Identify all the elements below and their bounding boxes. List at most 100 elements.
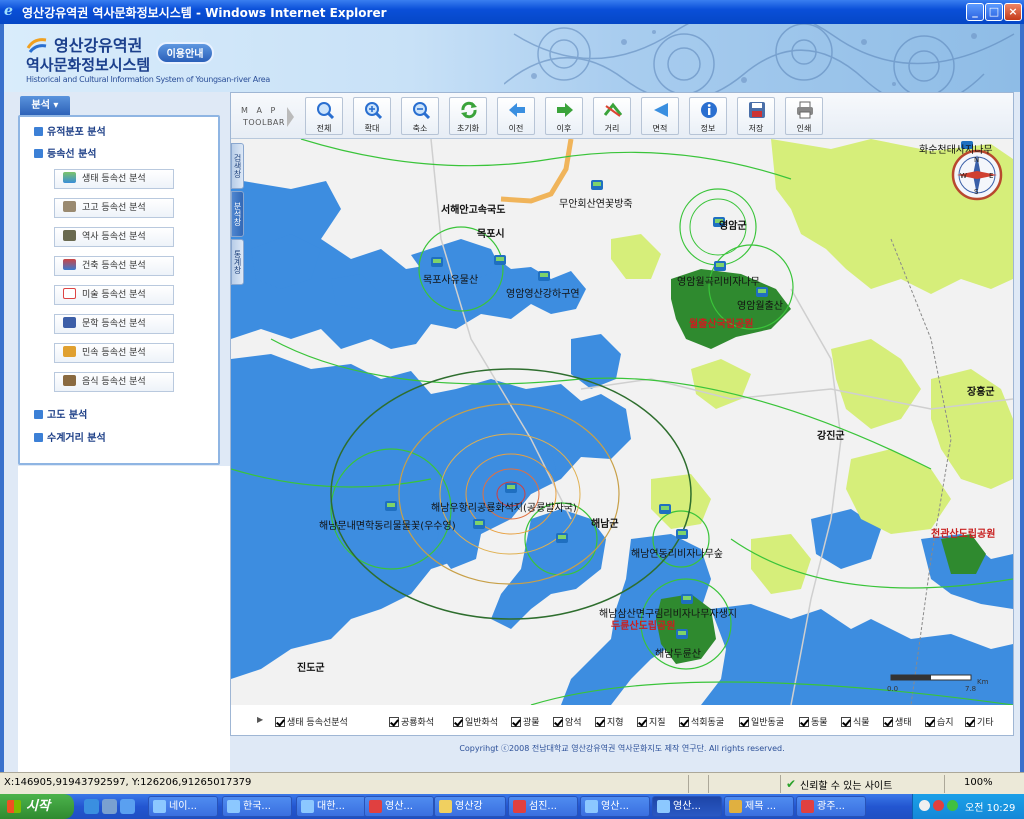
map-label: 영암월곡리비자나무 [677,276,760,288]
checkbox[interactable] [389,717,399,727]
reset-button[interactable]: 초기화 [449,97,487,135]
checkbox[interactable] [275,717,285,727]
legend-item[interactable]: 석회동굴 [679,715,724,728]
legend-item[interactable]: 일반동굴 [739,715,784,728]
legend-item[interactable]: 지형 [595,715,624,728]
legend-item[interactable]: 광물 [511,715,540,728]
button-label: 인쇄 [796,124,812,133]
quicklaunch-ie-icon[interactable] [84,799,99,814]
button-label: 생태 등속선 분석 [82,174,146,184]
folklore-isochrone-button[interactable]: 민속 등속선 분석 [54,343,174,363]
checkbox[interactable] [511,717,521,727]
start-button[interactable]: 시작 [0,794,74,819]
area-icon [654,103,668,117]
legend-item[interactable]: 기타 [965,715,994,728]
legend-item[interactable]: 생태 [883,715,912,728]
legend-item[interactable]: 일반화석 [453,715,498,728]
taskbar-item[interactable]: 섬진... [508,796,578,817]
taskbar-item-active[interactable]: 영산... [652,796,722,817]
history-icon [63,230,76,241]
info-button[interactable]: 정보 [689,97,727,135]
taskbar-item[interactable]: 네이... [148,796,218,817]
map-canvas[interactable]: N S W E 0.0 7.8 Km 화순천태사지나무 서해안고속국도 무안회산… [231,139,1013,705]
checkbox[interactable] [841,717,851,727]
legend-item-ecology[interactable]: 생태 등속선분석 [275,715,348,728]
analysis-tab[interactable]: 분석 ▾ [20,96,70,115]
checkbox[interactable] [925,717,935,727]
quicklaunch-desktop-icon[interactable] [102,799,117,814]
checkbox[interactable] [453,717,463,727]
taskbar-item[interactable]: 영산... [364,796,434,817]
category-water-distance[interactable]: 수계거리 분석 [34,429,106,444]
legend-item[interactable]: 동물 [799,715,828,728]
architecture-isochrone-button[interactable]: 건축 등속선 분석 [54,256,174,276]
close-button[interactable]: × [1004,3,1022,21]
category-site-distribution[interactable]: 유적분포 분석 [34,123,106,138]
full-extent-button[interactable]: 전체 [305,97,343,135]
expand-arrow-icon[interactable]: ▶ [257,715,263,724]
ecology-isochrone-button[interactable]: 생태 등속선 분석 [54,169,174,189]
checkbox[interactable] [739,717,749,727]
taskbar-item[interactable]: 영산강 [434,796,506,817]
legend-label: 일반동굴 [751,718,785,728]
archaeology-isochrone-button[interactable]: 고고 등속선 분석 [54,198,174,218]
checkbox[interactable] [595,717,605,727]
zoom-in-button[interactable]: 확대 [353,97,391,135]
distance-button[interactable]: 거리 [593,97,631,135]
button-label: 초기화 [456,124,480,133]
checkbox[interactable] [637,717,647,727]
taskbar-item[interactable]: 광주... [796,796,866,817]
taskbar-item[interactable]: 제목 ... [724,796,794,817]
task-label: 제목 ... [745,801,777,812]
legend-item[interactable]: 암석 [553,715,582,728]
taskbar-item[interactable]: 영산... [580,796,650,817]
security-zone[interactable]: 신뢰할 수 있는 사이트 [800,777,892,792]
checkbox[interactable] [965,717,975,727]
tab-statistics[interactable]: 통계창 [231,239,244,285]
tray-icon[interactable] [919,800,930,811]
zoom-level[interactable]: 100% [964,777,993,788]
zoom-out-button[interactable]: 축소 [401,97,439,135]
legend-item[interactable]: 공룡화석 [389,715,434,728]
food-isochrone-button[interactable]: 음식 등속선 분석 [54,372,174,392]
taskbar: 시작 네이... 한국... 대한... 영산... 영산강 섬진... 영산.… [0,794,1024,819]
literature-isochrone-button[interactable]: 문학 등속선 분석 [54,314,174,334]
left-panel-blank [18,466,230,772]
tab-search[interactable]: 검색창 [231,143,244,189]
map-label: 해남문내면학동리물물꽃(우수영) [319,519,456,532]
check-icon: ✔ [786,777,797,791]
checkbox[interactable] [883,717,893,727]
checkbox[interactable] [799,717,809,727]
tab-analysis[interactable]: 분석창 [231,191,244,237]
checkbox[interactable] [553,717,563,727]
button-label: 확대 [364,124,380,133]
tray-icon[interactable] [933,800,944,811]
forward-button[interactable]: 이후 [545,97,583,135]
legend-item[interactable]: 식물 [841,715,870,728]
category-elevation[interactable]: 고도 분석 [34,406,87,421]
back-button[interactable]: 이전 [497,97,535,135]
category-isochrone[interactable]: 등속선 분석 [34,145,96,160]
quicklaunch-browser-icon[interactable] [120,799,135,814]
map-label: 영암월출산 [737,300,783,312]
document-icon [513,800,526,813]
legend-item[interactable]: 지질 [637,715,666,728]
analysis-panel: 분석 ▾ 유적분포 분석 등속선 분석 생태 등속선 분석 고고 등속선 분석 … [14,94,226,468]
minimize-button[interactable]: _ [966,3,984,21]
folder-icon [439,800,452,813]
taskbar-item[interactable]: 한국... [222,796,292,817]
taskbar-item[interactable]: 대한... [296,796,366,817]
art-isochrone-button[interactable]: 미술 등속선 분석 [54,285,174,305]
history-isochrone-button[interactable]: 역사 등속선 분석 [54,227,174,247]
category-label: 유적분포 분석 [47,127,106,138]
checkbox[interactable] [679,717,689,727]
legend-item[interactable]: 습지 [925,715,954,728]
button-label: 전체 [316,124,332,133]
print-button[interactable]: 인쇄 [785,97,823,135]
tray-icon[interactable] [947,800,958,811]
legend-label: 동물 [811,718,828,728]
save-button[interactable]: 저장 [737,97,775,135]
info-guide-button[interactable]: 이용안내 [156,42,214,64]
area-button[interactable]: 면적 [641,97,679,135]
maximize-button[interactable]: □ [985,3,1003,21]
